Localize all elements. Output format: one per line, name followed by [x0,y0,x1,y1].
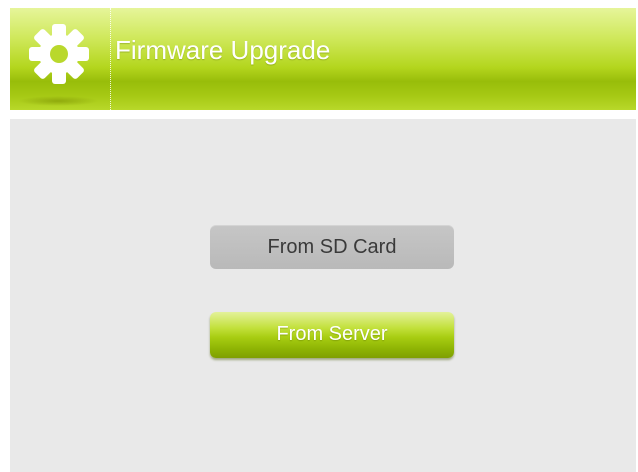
header-bar: Firmware Upgrade [10,8,636,110]
firmware-upgrade-screen: Firmware Upgrade From SD Card From Serve… [10,8,636,472]
gear-icon [27,22,91,86]
header-divider [110,8,111,110]
from-sd-card-button[interactable]: From SD Card [210,225,454,269]
gear-icon-shadow [18,96,98,106]
from-server-button[interactable]: From Server [210,312,454,358]
header-separator [10,110,636,119]
page-title: Firmware Upgrade [115,35,331,65]
